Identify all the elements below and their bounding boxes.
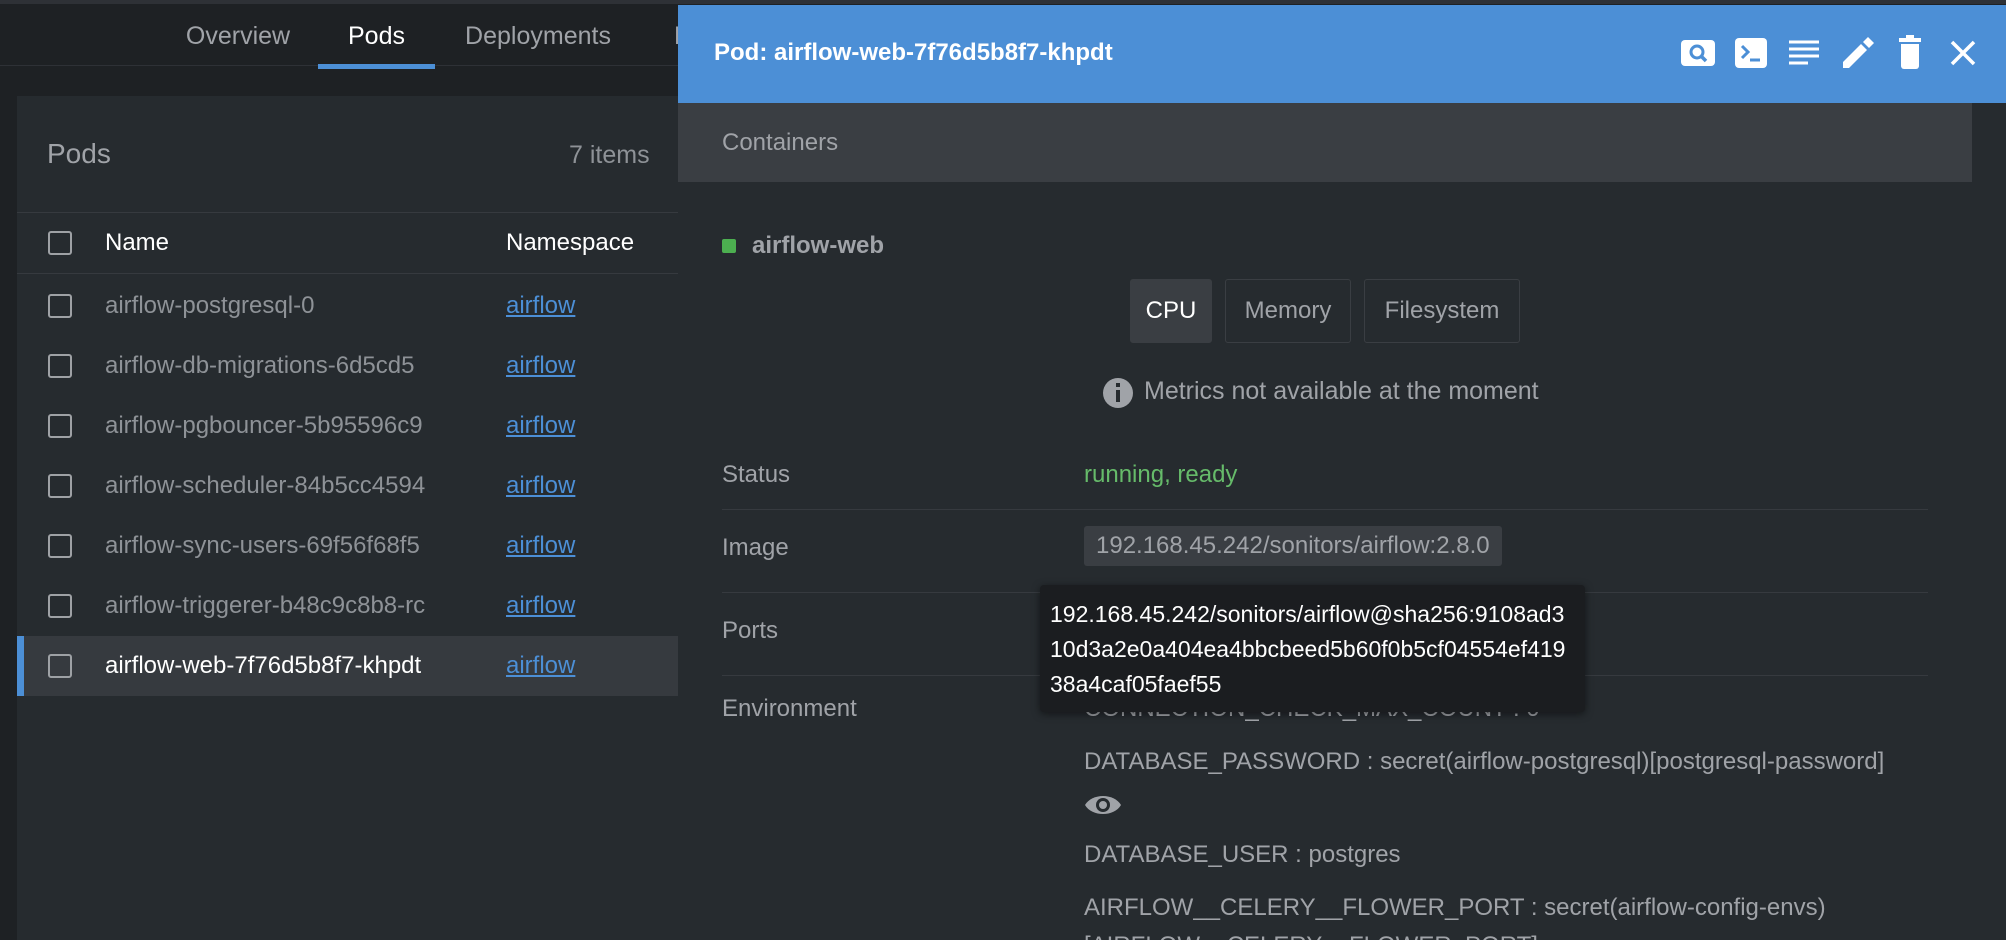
image-label: Image <box>722 534 789 561</box>
namespace-link[interactable]: airflow <box>506 412 575 440</box>
item-count: 7 items <box>569 141 650 169</box>
pod-name: airflow-scheduler-84b5cc4594 <box>105 472 426 499</box>
pod-name: airflow-postgresql-0 <box>105 292 315 319</box>
table-row[interactable]: airflow-pgbouncer-5b95596c9 airflow <box>17 396 700 456</box>
pod-name: airflow-db-migrations-6d5cd5 <box>105 352 415 379</box>
metrics-tab-memory[interactable]: Memory <box>1225 279 1351 343</box>
pod-details-drawer: Pod: airflow-web-7f76d5b8f7-khpdt Contai… <box>678 5 2006 940</box>
pod-name: airflow-pgbouncer-5b95596c9 <box>105 412 423 439</box>
row-checkbox[interactable] <box>48 534 72 558</box>
namespace-link[interactable]: airflow <box>506 652 575 680</box>
tab-pods[interactable]: Pods <box>318 22 435 70</box>
table-row[interactable]: airflow-scheduler-84b5cc4594 airflow <box>17 456 700 516</box>
env-var: AIRFLOW__CELERY__FLOWER_PORT : secret(ai… <box>1084 894 1826 921</box>
metrics-tab-cpu[interactable]: CPU <box>1130 279 1212 343</box>
table-row[interactable]: airflow-postgresql-0 airflow <box>17 276 700 336</box>
image-row: Image 192.168.45.242/sonitors/airflow:2.… <box>722 510 1928 593</box>
table-row[interactable]: airflow-db-migrations-6d5cd5 airflow <box>17 336 700 396</box>
tab-overview[interactable]: Overview <box>168 22 308 70</box>
namespace-link[interactable]: airflow <box>506 352 575 380</box>
container-name: airflow-web <box>752 232 885 259</box>
terminal-icon[interactable] <box>1731 33 1771 73</box>
column-header-name[interactable]: Name <box>105 229 169 257</box>
search-icon[interactable] <box>1678 33 1718 73</box>
row-checkbox[interactable] <box>48 594 72 618</box>
container-status-dot <box>722 239 736 253</box>
containers-section-header: Containers <box>678 103 1972 182</box>
environment-label: Environment <box>722 695 857 722</box>
close-icon[interactable] <box>1943 33 1983 73</box>
pod-name: airflow-sync-users-69f56f68f5 <box>105 532 420 559</box>
env-var: DATABASE_USER : postgres <box>1084 841 1401 868</box>
pods-panel: Pods 7 items Name Namespace airflow-post… <box>17 96 700 940</box>
active-tab-indicator <box>318 64 435 69</box>
metrics-unavailable-message: Metrics not available at the moment <box>1144 377 1539 405</box>
select-all-checkbox[interactable] <box>48 231 72 255</box>
row-checkbox[interactable] <box>48 414 72 438</box>
row-checkbox[interactable] <box>48 474 72 498</box>
containers-label: Containers <box>722 129 839 156</box>
table-row-selected[interactable]: airflow-web-7f76d5b8f7-khpdt airflow <box>17 636 700 696</box>
info-icon <box>1102 377 1134 409</box>
logs-icon[interactable] <box>1784 33 1824 73</box>
pod-name: airflow-triggerer-b48c9c8b8-rc <box>105 592 426 619</box>
delete-icon[interactable] <box>1890 33 1930 73</box>
app-root: Overview Pods Deployments D Pods 7 items… <box>0 0 2006 940</box>
table-row[interactable]: airflow-sync-users-69f56f68f5 airflow <box>17 516 700 576</box>
env-var-continuation: [AIRFLOW__CELERY__FLOWER_PORT] <box>1084 932 1538 940</box>
drawer-header: Pod: airflow-web-7f76d5b8f7-khpdt <box>678 5 2006 103</box>
edit-icon[interactable] <box>1837 33 1877 73</box>
image-value[interactable]: 192.168.45.242/sonitors/airflow:2.8.0 <box>1084 526 1502 566</box>
status-value: running, ready <box>1084 461 1238 488</box>
env-var: DATABASE_PASSWORD : secret(airflow-postg… <box>1084 748 1885 775</box>
selection-indicator <box>17 636 24 696</box>
eye-icon[interactable] <box>1084 792 1122 818</box>
column-header-namespace[interactable]: Namespace <box>506 229 634 257</box>
row-checkbox[interactable] <box>48 294 72 318</box>
image-digest-tooltip: 192.168.45.242/sonitors/airflow@sha256:9… <box>1040 585 1585 712</box>
panel-title: Pods <box>47 138 111 169</box>
metrics-tab-filesystem[interactable]: Filesystem <box>1364 279 1520 343</box>
namespace-link[interactable]: airflow <box>506 532 575 560</box>
table-header: Name Namespace <box>17 212 700 274</box>
ports-label: Ports <box>722 617 779 644</box>
status-label: Status <box>722 461 791 488</box>
drawer-title: Pod: airflow-web-7f76d5b8f7-khpdt <box>714 39 1113 66</box>
pod-name: airflow-web-7f76d5b8f7-khpdt <box>105 652 422 679</box>
namespace-link[interactable]: airflow <box>506 592 575 620</box>
row-checkbox[interactable] <box>48 354 72 378</box>
row-checkbox[interactable] <box>48 654 72 678</box>
tab-deployments[interactable]: Deployments <box>452 22 624 70</box>
table-row[interactable]: airflow-triggerer-b48c9c8b8-rc airflow <box>17 576 700 636</box>
namespace-link[interactable]: airflow <box>506 472 575 500</box>
status-row: Status running, ready <box>722 445 1928 510</box>
namespace-link[interactable]: airflow <box>506 292 575 320</box>
